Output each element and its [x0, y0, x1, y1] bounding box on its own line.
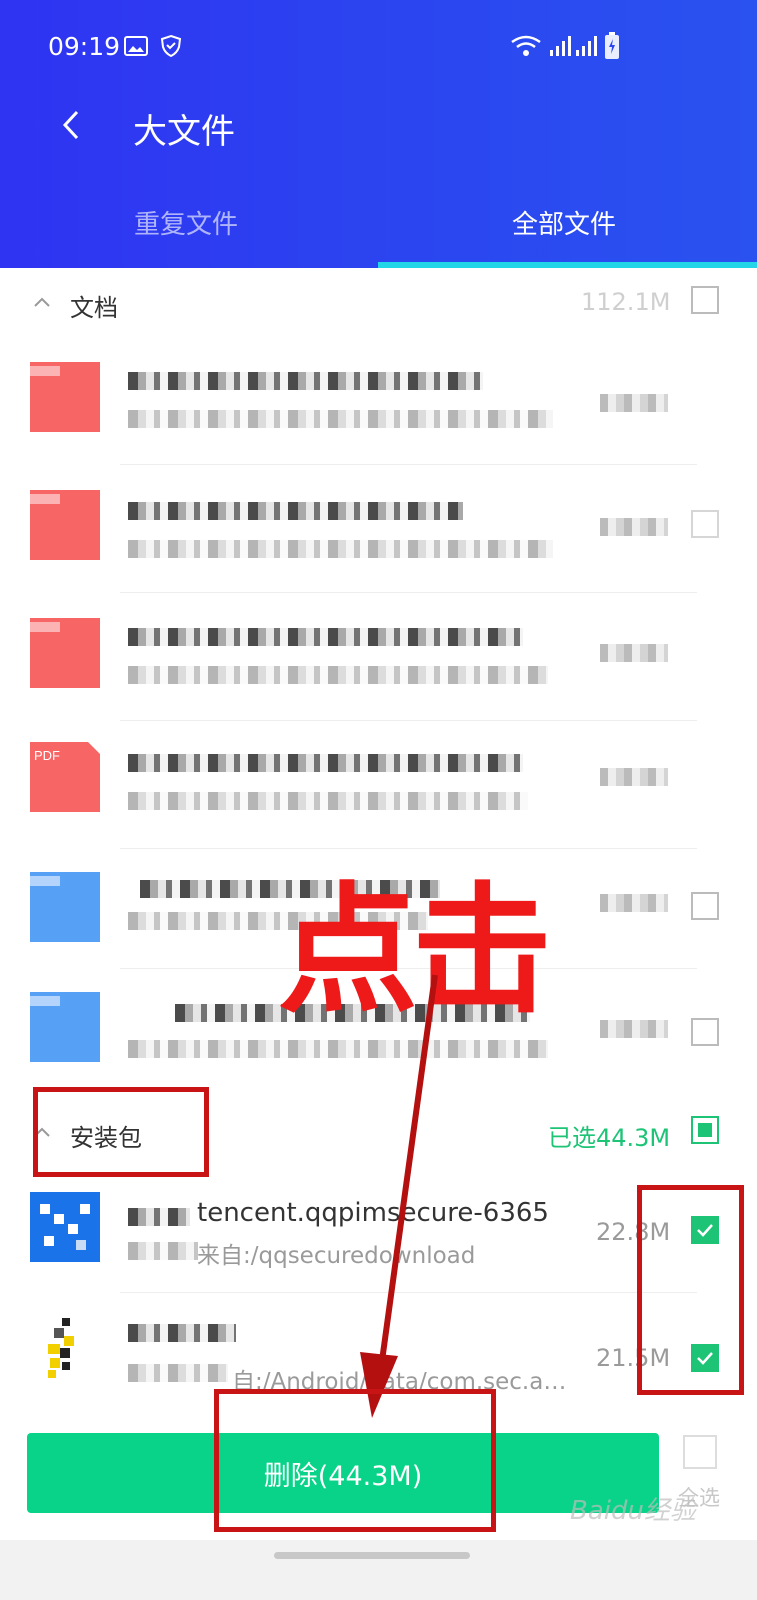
annotation-box-checkboxes: [637, 1185, 744, 1395]
annotation-box-packages: [33, 1087, 209, 1177]
annotation-box-delete: [214, 1389, 496, 1532]
watermark: Baidu经验: [570, 1496, 696, 1526]
